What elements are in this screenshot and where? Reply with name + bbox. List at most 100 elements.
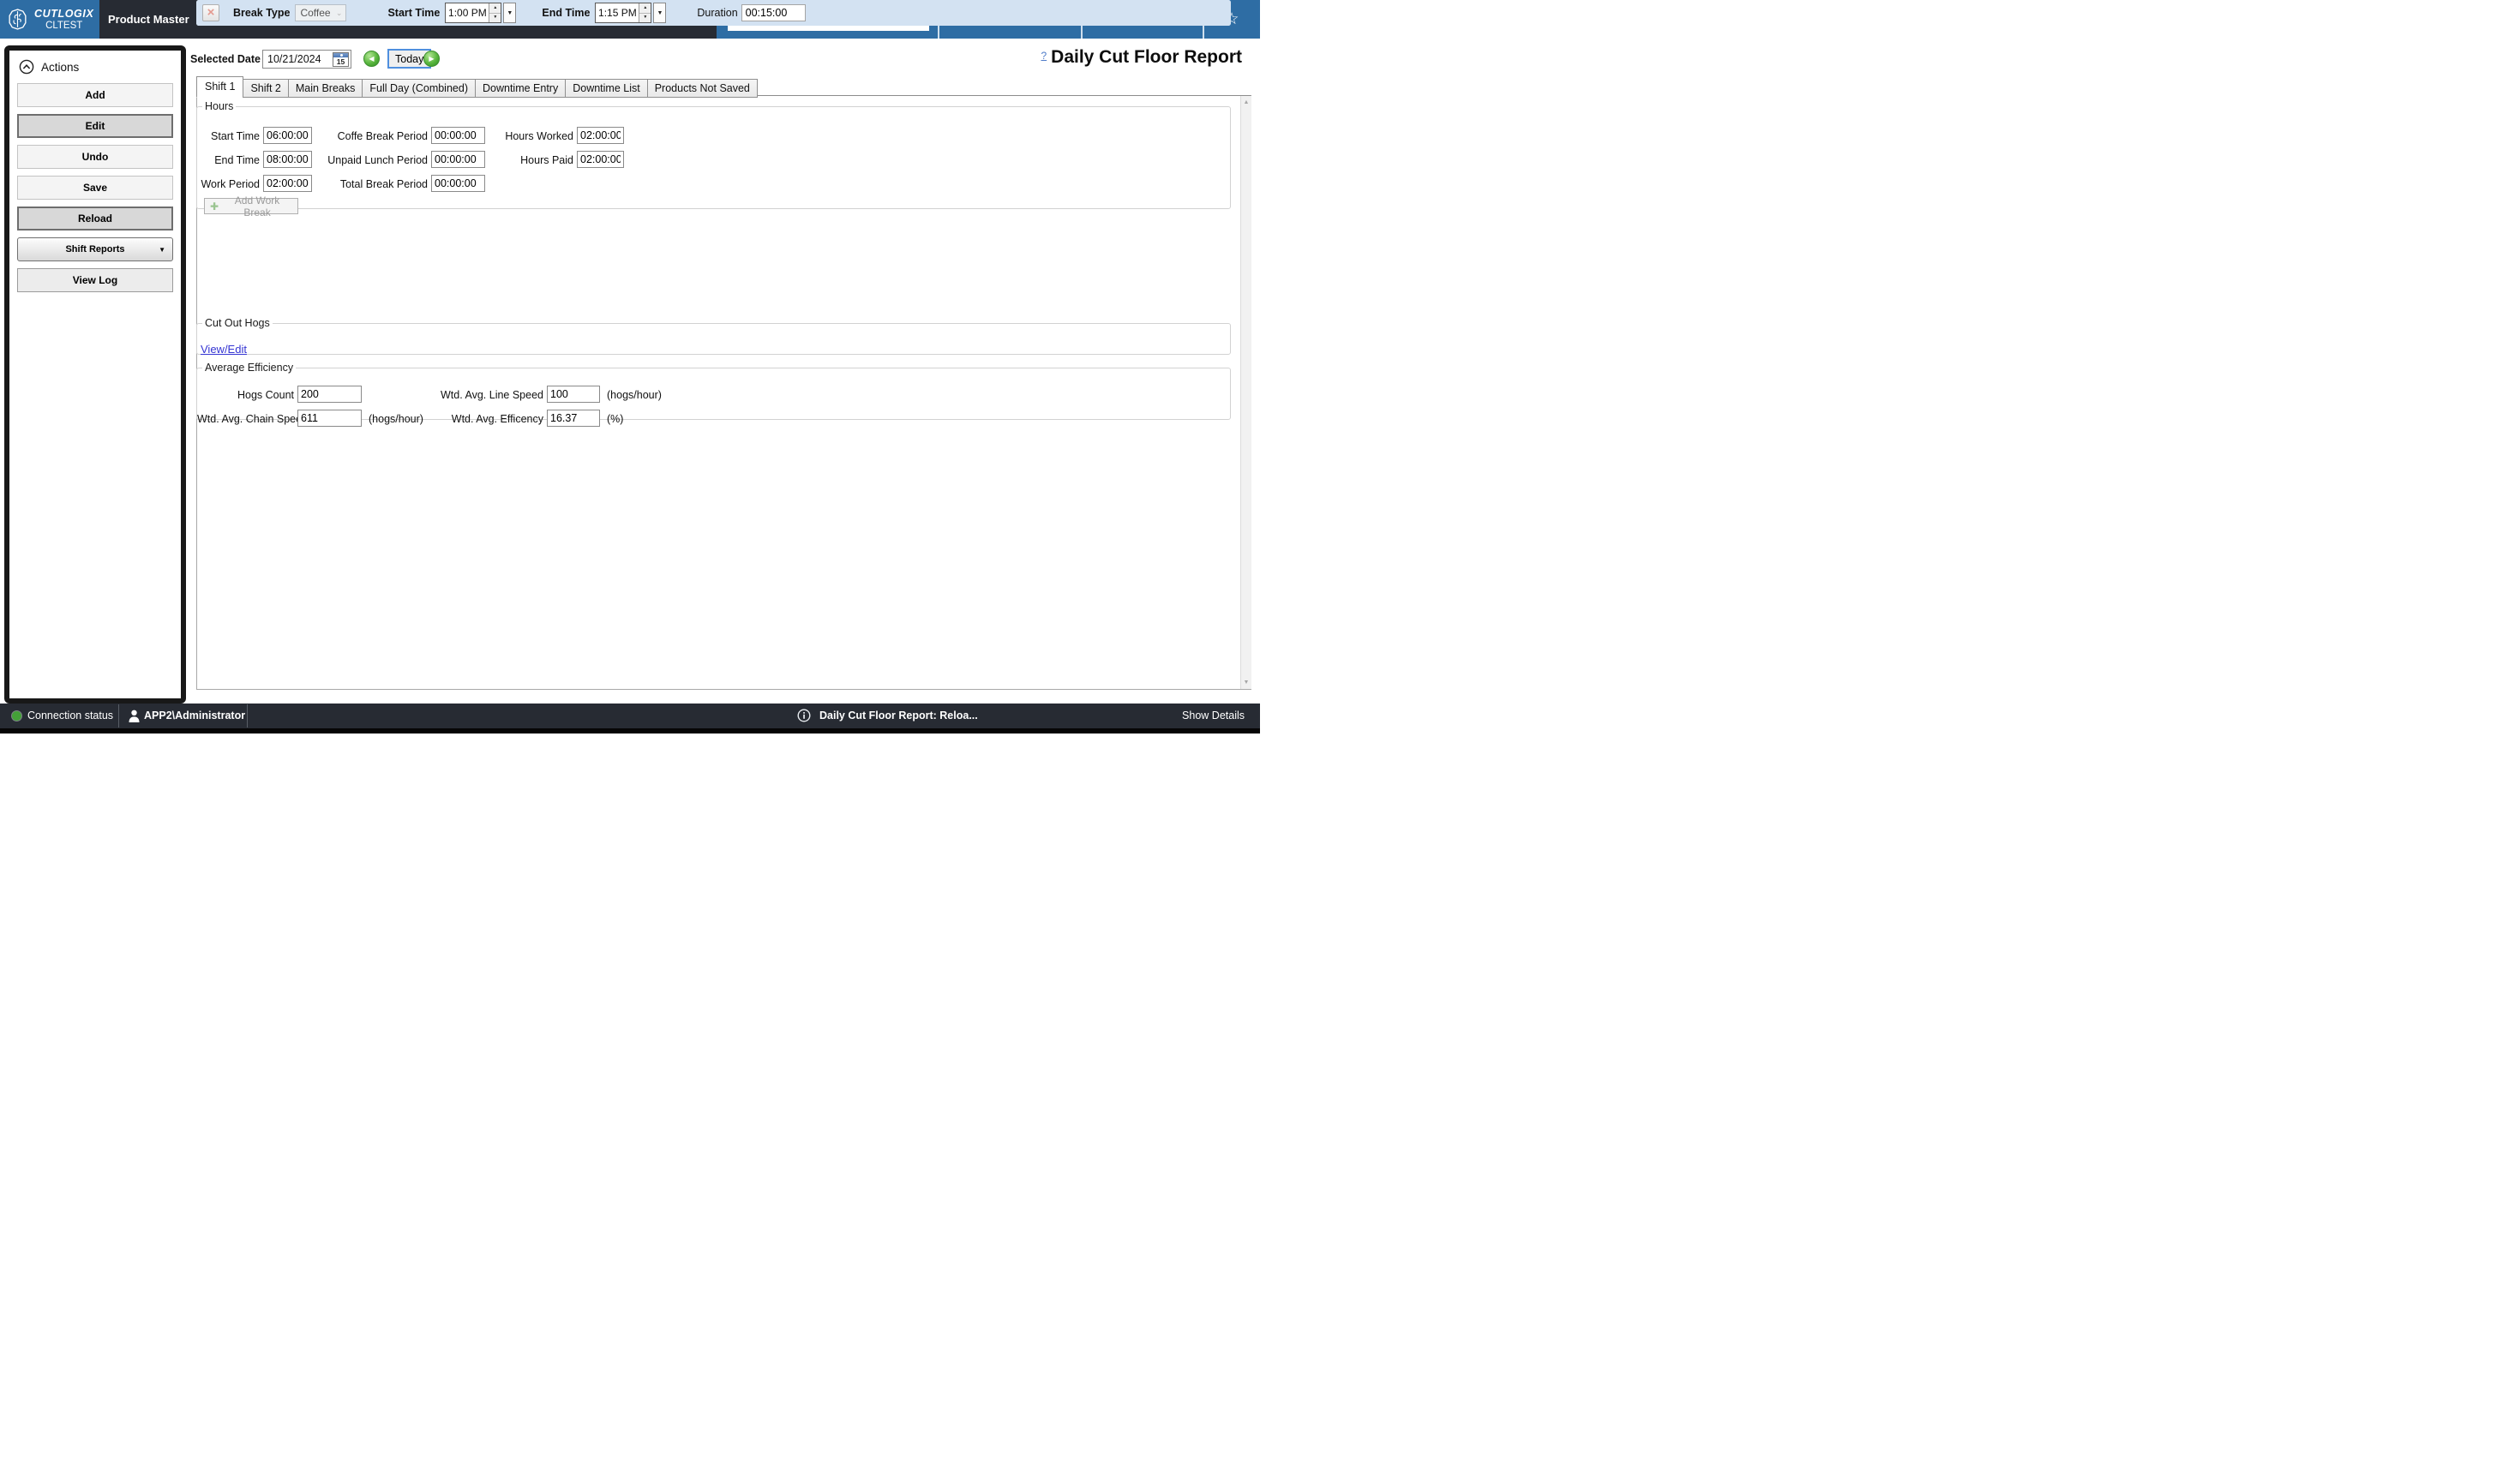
end-time-label: End Time	[542, 7, 591, 19]
chain-speed-unit: (hogs/hour)	[369, 413, 423, 425]
efficiency-label: Wtd. Avg. Efficency	[451, 413, 543, 425]
tab-main-breaks[interactable]: Main Breaks	[287, 79, 363, 98]
start-time-label: Start Time	[211, 130, 260, 142]
view-edit-link[interactable]: View/Edit	[201, 343, 247, 356]
hours-group: Hours Start Time Coffe Break Period Hour…	[196, 100, 1231, 219]
tab-downtime-entry[interactable]: Downtime Entry	[474, 79, 567, 98]
chevron-down-icon: ▼	[159, 246, 165, 254]
scroll-up-icon[interactable]: ▲	[1244, 96, 1250, 109]
actions-header: Actions	[19, 59, 173, 75]
chain-speed-label: Wtd. Avg. Chain Speed	[197, 413, 309, 425]
end-time-label: End Time	[214, 154, 260, 166]
shift-reports-label: Shift Reports	[65, 244, 125, 254]
statusbar-divider	[118, 704, 119, 728]
brand-name: CUTLOGIX	[34, 8, 94, 20]
coffee-break-period-label: Coffe Break Period	[337, 130, 428, 142]
chain-speed-input[interactable]	[297, 410, 362, 427]
current-user: APP2\Administrator	[144, 710, 246, 722]
chevron-down-icon: ⌄	[335, 8, 343, 17]
efficiency-input[interactable]	[547, 410, 600, 427]
time-spin-up-button[interactable]: ▲	[489, 3, 501, 14]
hogs-count-input[interactable]	[297, 386, 362, 403]
line-speed-input[interactable]	[547, 386, 600, 403]
environment-name: CLTEST	[45, 21, 83, 31]
duration-label: Duration	[697, 7, 738, 19]
help-link[interactable]: ?	[1041, 50, 1047, 62]
add-work-break-label: Add Work Break	[234, 194, 280, 219]
tab-downtime-list[interactable]: Downtime List	[565, 79, 648, 98]
work-break-row: × Break Type Coffee ⌄ Start Time 1:00 PM…	[196, 0, 1231, 26]
app-logo: CUTLOGIX CLTEST	[0, 0, 99, 39]
cut-out-hogs-legend: Cut Out Hogs	[205, 317, 270, 329]
start-time-label: Start Time	[387, 7, 441, 19]
add-button[interactable]: Add	[17, 83, 173, 107]
tab-shift-2[interactable]: Shift 2	[243, 79, 289, 98]
hours-legend: Hours	[205, 100, 234, 112]
connection-status-label: Connection status	[27, 710, 114, 722]
view-log-button[interactable]: View Log	[17, 268, 173, 292]
duration-input[interactable]	[741, 4, 806, 21]
time-spin-up-button[interactable]: ▲	[639, 3, 651, 14]
break-type-select[interactable]: Coffee ⌄	[295, 4, 347, 21]
previous-day-button[interactable]: ◀	[363, 51, 380, 67]
time-spin-down-button[interactable]: ▼	[489, 13, 501, 22]
efficiency-unit: (%)	[607, 413, 624, 425]
selected-date-label: Selected Date	[190, 53, 261, 65]
tab-products-not-saved[interactable]: Products Not Saved	[646, 79, 758, 98]
actions-panel: Actions Add Edit Undo Save Reload Shift …	[4, 45, 186, 704]
scroll-down-icon[interactable]: ▼	[1244, 676, 1250, 689]
tab-full-day-combined[interactable]: Full Day (Combined)	[362, 79, 476, 98]
hours-worked-label: Hours Worked	[505, 130, 573, 142]
work-period-label: Work Period	[201, 178, 260, 190]
add-work-break-button[interactable]: ✚ Add Work Break	[204, 195, 298, 219]
hours-paid-input[interactable]	[577, 151, 624, 168]
connection-status-icon	[12, 711, 21, 721]
break-type-label: Break Type	[233, 7, 291, 19]
shift-reports-dropdown-button[interactable]: Shift Reports ▼	[17, 237, 173, 261]
average-efficiency-group: Average Efficiency Hogs Count Wtd. Avg. …	[196, 362, 1231, 427]
line-speed-label: Wtd. Avg. Line Speed	[441, 389, 543, 401]
total-break-period-input[interactable]	[431, 175, 485, 192]
calendar-icon[interactable]: 15	[333, 51, 349, 67]
reload-button[interactable]: Reload	[17, 207, 173, 231]
page-title: Daily Cut Floor Report	[1051, 47, 1242, 67]
edit-button[interactable]: Edit	[17, 114, 173, 138]
start-time-picker[interactable]: 1:00 PM ▲ ▼ ▼	[445, 3, 517, 23]
delete-break-button[interactable]: ×	[202, 4, 219, 21]
next-day-button[interactable]: ▶	[423, 51, 440, 67]
brain-logo-icon	[9, 9, 27, 30]
end-time-picker[interactable]: 1:15 PM ▲ ▼ ▼	[595, 3, 667, 23]
break-type-value: Coffee	[300, 7, 331, 19]
tab-shift-1[interactable]: Shift 1	[196, 76, 244, 98]
actions-title: Actions	[41, 60, 80, 74]
status-bar: Connection status APP2\Administrator Dai…	[0, 704, 1260, 728]
hogs-count-label: Hogs Count	[237, 389, 294, 401]
save-button[interactable]: Save	[17, 176, 173, 200]
plus-icon: ✚	[210, 200, 219, 213]
statusbar-divider	[247, 704, 248, 728]
time-dropdown-button[interactable]: ▼	[503, 3, 517, 23]
time-value: 1:00 PM	[448, 7, 487, 19]
hours-paid-label: Hours Paid	[520, 154, 573, 166]
vertical-scrollbar[interactable]: ▲ ▼	[1240, 96, 1251, 689]
menu-item-product-master[interactable]: Product Master	[108, 13, 189, 26]
daily-cut-floor-report-window: CUTLOGIX CLTEST Product Master Productio…	[0, 0, 1260, 734]
show-details-button[interactable]: Show Details	[1182, 710, 1245, 722]
calendar-icon-day: 15	[336, 57, 345, 66]
time-dropdown-button[interactable]: ▼	[653, 3, 667, 23]
average-efficiency-legend: Average Efficiency	[205, 362, 294, 374]
user-icon	[129, 710, 140, 722]
status-message: Daily Cut Floor Report: Reloa...	[819, 710, 978, 722]
time-spin-down-button[interactable]: ▼	[639, 13, 651, 22]
date-input[interactable]: 10/21/2024 15	[262, 50, 351, 69]
total-break-period-label: Total Break Period	[339, 178, 428, 190]
time-value: 1:15 PM	[598, 7, 637, 19]
cut-out-hogs-group: Cut Out Hogs View/Edit	[196, 317, 1231, 356]
undo-button[interactable]: Undo	[17, 145, 173, 169]
line-speed-unit: (hogs/hour)	[607, 389, 662, 401]
info-icon	[797, 709, 811, 722]
collapse-panel-icon[interactable]	[19, 59, 34, 75]
page-title-block: ? Daily Cut Floor Report	[1041, 47, 1242, 68]
date-value: 10/21/2024	[267, 53, 321, 65]
hours-worked-input[interactable]	[577, 127, 624, 144]
